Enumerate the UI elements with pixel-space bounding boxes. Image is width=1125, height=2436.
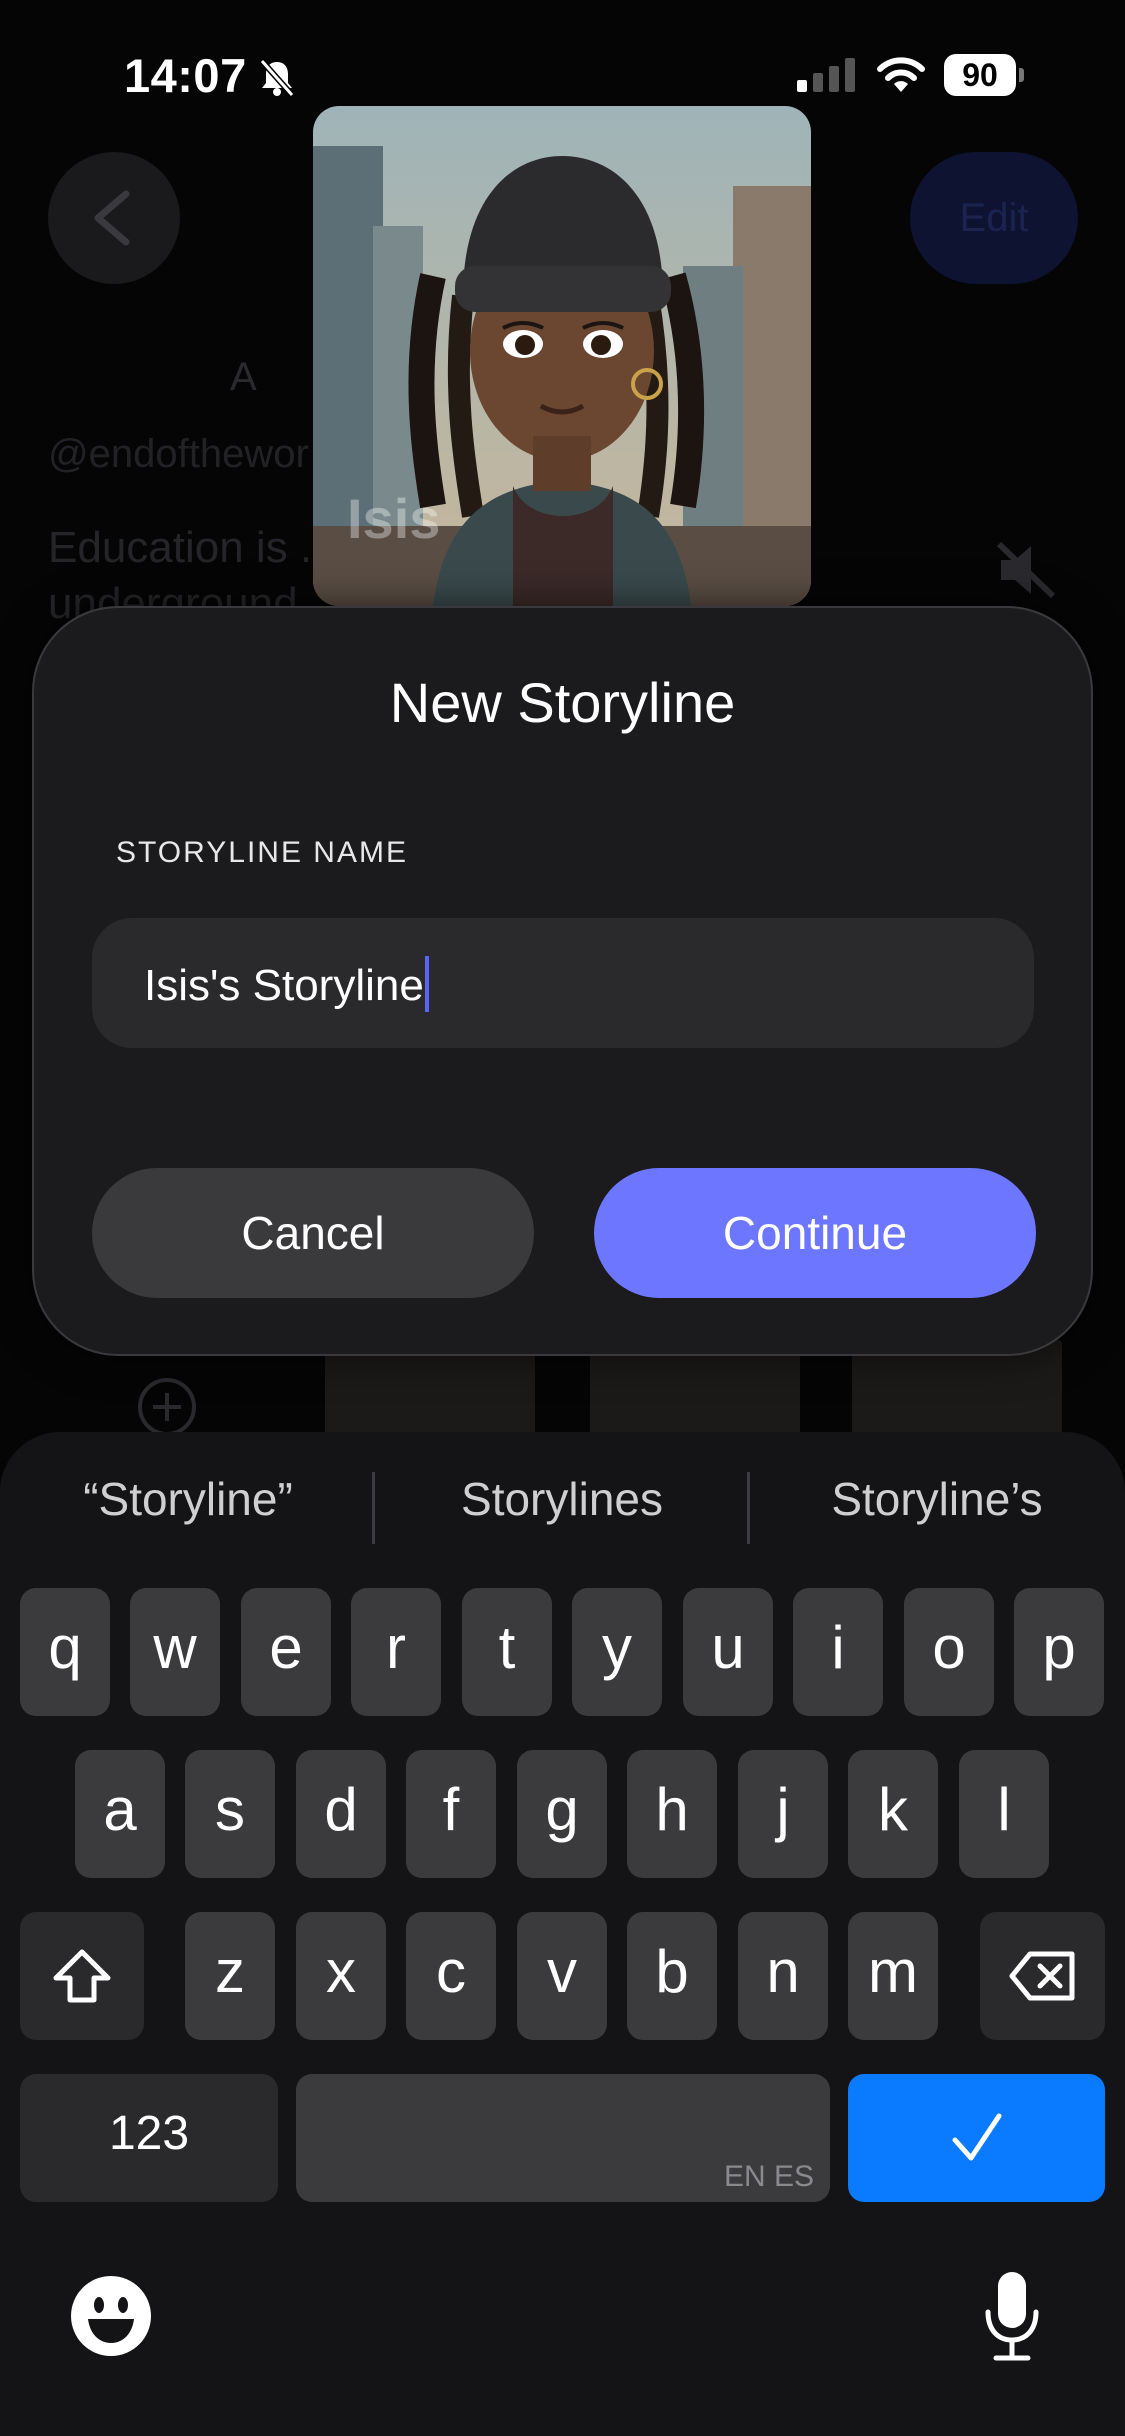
shift-key[interactable]: [20, 1912, 144, 2040]
character-avatar-card: Isis: [313, 106, 811, 606]
avatar-name: Isis: [347, 487, 441, 550]
battery-level: 90: [944, 54, 1016, 96]
key-v[interactable]: v: [517, 1912, 607, 2040]
suggestion-2[interactable]: Storylines: [382, 1472, 742, 1526]
key-l[interactable]: l: [959, 1750, 1049, 1878]
key-u[interactable]: u: [683, 1588, 773, 1716]
key-p[interactable]: p: [1014, 1588, 1104, 1716]
key-a[interactable]: a: [75, 1750, 165, 1878]
keyboard: “Storyline” Storylines Storyline’s q w e…: [0, 1432, 1125, 2436]
backspace-icon: [1009, 1951, 1074, 2001]
suggestion-divider: [372, 1472, 375, 1544]
mute-icon: [996, 541, 1056, 599]
key-t[interactable]: t: [462, 1588, 552, 1716]
key-o[interactable]: o: [904, 1588, 994, 1716]
profile-meta: A: [230, 355, 257, 399]
back-button: [48, 152, 180, 284]
battery-indicator: 90: [944, 54, 1024, 96]
suggestion-divider: [747, 1472, 750, 1544]
battery-tip: [1019, 68, 1024, 82]
key-f[interactable]: f: [406, 1750, 496, 1878]
add-storyline-icon: [138, 1378, 196, 1436]
suggestion-1[interactable]: “Storyline”: [8, 1472, 368, 1526]
key-y[interactable]: y: [572, 1588, 662, 1716]
input-text: Isis's Storyline: [144, 961, 424, 1010]
cancel-button[interactable]: Cancel: [92, 1168, 534, 1298]
new-storyline-dialog: New Storyline STORYLINE NAME Isis's Stor…: [32, 606, 1093, 1356]
cellular-signal-icon: [797, 58, 855, 92]
key-b[interactable]: b: [627, 1912, 717, 2040]
edit-button: Edit: [910, 152, 1078, 284]
shift-icon: [53, 1949, 111, 2003]
profile-handle: @endofthewor: [48, 432, 309, 476]
key-z[interactable]: z: [185, 1912, 275, 2040]
language-indicator: EN ES: [723, 2160, 814, 2193]
suggestion-3[interactable]: Storyline’s: [757, 1472, 1117, 1526]
key-q[interactable]: q: [20, 1588, 110, 1716]
text-caret: [424, 956, 429, 1012]
status-time: 14:07: [124, 49, 247, 102]
return-key[interactable]: [848, 2074, 1105, 2202]
storyline-name-label: STORYLINE NAME: [116, 836, 408, 869]
continue-button[interactable]: Continue: [594, 1168, 1036, 1298]
key-e[interactable]: e: [241, 1588, 331, 1716]
key-j[interactable]: j: [738, 1750, 828, 1878]
storyline-name-input[interactable]: Isis's Storyline: [92, 918, 1034, 1048]
key-w[interactable]: w: [130, 1588, 220, 1716]
numbers-key[interactable]: 123: [20, 2074, 278, 2202]
predictive-bar: “Storyline” Storylines Storyline’s: [0, 1432, 1125, 1582]
storyline-name-value[interactable]: Isis's Storyline: [144, 956, 429, 1012]
key-k[interactable]: k: [848, 1750, 938, 1878]
key-n[interactable]: n: [738, 1912, 828, 2040]
key-r[interactable]: r: [351, 1588, 441, 1716]
wifi-icon: [877, 57, 925, 92]
delete-key[interactable]: [980, 1912, 1105, 2040]
key-h[interactable]: h: [627, 1750, 717, 1878]
key-x[interactable]: x: [296, 1912, 386, 2040]
emoji-icon[interactable]: [70, 2275, 152, 2357]
key-d[interactable]: d: [296, 1750, 386, 1878]
key-i[interactable]: i: [793, 1588, 883, 1716]
key-m[interactable]: m: [848, 1912, 938, 2040]
key-c[interactable]: c: [406, 1912, 496, 2040]
dialog-title: New Storyline: [389, 671, 736, 734]
checkmark-icon: [952, 2113, 1001, 2161]
microphone-icon[interactable]: [982, 2268, 1042, 2364]
key-s[interactable]: s: [185, 1750, 275, 1878]
space-key[interactable]: EN ES: [296, 2074, 830, 2202]
key-g[interactable]: g: [517, 1750, 607, 1878]
chevron-left-icon: [94, 190, 130, 246]
silent-bell-icon: [259, 59, 295, 97]
